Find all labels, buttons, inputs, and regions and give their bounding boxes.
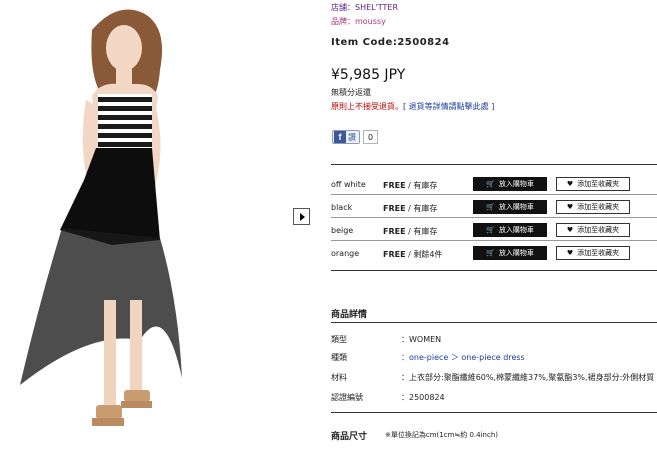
add-to-favorites-button[interactable]: ♥ 添加至收藏夾 [556,177,630,191]
return-details-link[interactable]: [ 退貨等詳情請點擊此處 ] [403,102,494,111]
divider [331,217,657,218]
product-photo [0,0,290,447]
shop-name[interactable]: 店舖：SHEL'TTER [331,2,398,13]
facebook-like-button[interactable]: f 讚 [332,130,360,144]
divider [331,240,657,241]
add-to-cart-button[interactable]: 🛒 放入購物車 [473,200,547,214]
spec-row: 種類 ：one-piece ＞ one-piece dress [331,352,657,364]
facebook-icon: f [334,131,346,143]
spec-row: 類型 ：WOMEN [331,334,657,346]
like-count: 0 [363,130,379,144]
variant-row: off white FREE / 有庫存 🛒 放入購物車 ♥ 添加至收藏夾 [331,177,657,193]
cart-icon: 🛒 [486,180,495,188]
size-title: 商品尺寸 [331,432,368,442]
heart-icon: ♥ [566,226,574,234]
category-link: ：one-piece ＞ one-piece dress [401,353,525,362]
variant-color: off white [331,180,366,189]
points-note: 無積分返還 [331,88,371,97]
heart-icon: ♥ [566,203,574,211]
variant-size: FREE / 剩餘4件 [383,250,443,259]
return-policy-note: 原則上不接受退貨。[ 退貨等詳情請點擊此處 ] [331,101,494,112]
spec-key: 類型 [331,335,347,344]
cart-icon: 🛒 [486,249,495,257]
add-to-cart-button[interactable]: 🛒 放入購物車 [473,246,547,260]
variant-color: beige [331,226,354,235]
variant-color: orange [331,249,360,258]
spec-row: 材料 ：上衣部分:聚酯纖維60%,棉蒙纖維37%,聚氨酯3%,裙身部分:外側材質 [331,372,657,384]
play-arrow-icon [299,212,305,221]
spec-key: 種類 [331,353,347,362]
variant-row: black FREE / 有庫存 🛒 放入購物車 ♥ 添加至收藏夾 [331,200,657,216]
heart-icon: ♥ [566,249,574,257]
add-to-favorites-button[interactable]: ♥ 添加至收藏夾 [556,200,630,214]
no-return-text: 原則上不接受退貨。 [331,102,403,111]
next-image-button[interactable] [293,208,310,225]
divider [331,322,657,323]
details-title: 商品詳情 [331,310,368,320]
add-to-favorites-button[interactable]: ♥ 添加至收藏夾 [556,246,630,260]
divider [331,412,657,413]
facebook-like: f 讚 0 [332,130,379,144]
item-code: Item Code:2500824 [331,37,450,48]
brand-name[interactable]: 品牌：moussy [331,16,386,27]
model-dress-image [0,0,290,447]
cart-icon: 🛒 [486,203,495,211]
variant-size: FREE / 有庫存 [383,181,438,190]
variant-row: orange FREE / 剩餘4件 🛒 放入購物車 ♥ 添加至收藏夾 [331,246,657,262]
divider [331,164,657,165]
spec-value[interactable]: ：one-piece ＞ one-piece dress [401,352,525,363]
add-to-favorites-button[interactable]: ♥ 添加至收藏夾 [556,223,630,237]
divider [331,194,657,195]
cart-icon: 🛒 [486,226,495,234]
spec-value: ：2500824 [401,393,445,402]
variant-size: FREE / 有庫存 [383,204,438,213]
price: ¥5,985 JPY [331,67,406,83]
spec-key: 材料 [331,373,347,382]
add-to-cart-button[interactable]: 🛒 放入購物車 [473,177,547,191]
add-to-cart-button[interactable]: 🛒 放入購物車 [473,223,547,237]
spec-key: 認證編號 [331,393,363,402]
size-unit-note: ※單位換記為cm(1cm≒約 0.4inch) [385,431,499,439]
variant-row: beige FREE / 有庫存 🛒 放入購物車 ♥ 添加至收藏夾 [331,223,657,239]
heart-icon: ♥ [566,180,574,188]
variant-size: FREE / 有庫存 [383,227,438,236]
spec-value: ：WOMEN [401,335,442,344]
divider [331,270,657,271]
like-label: 讚 [348,132,356,142]
spec-value: ：上衣部分:聚酯纖維60%,棉蒙纖維37%,聚氨酯3%,裙身部分:外側材質 [401,373,655,382]
variant-color: black [331,203,353,212]
spec-row: 認證編號 ：2500824 [331,392,657,404]
